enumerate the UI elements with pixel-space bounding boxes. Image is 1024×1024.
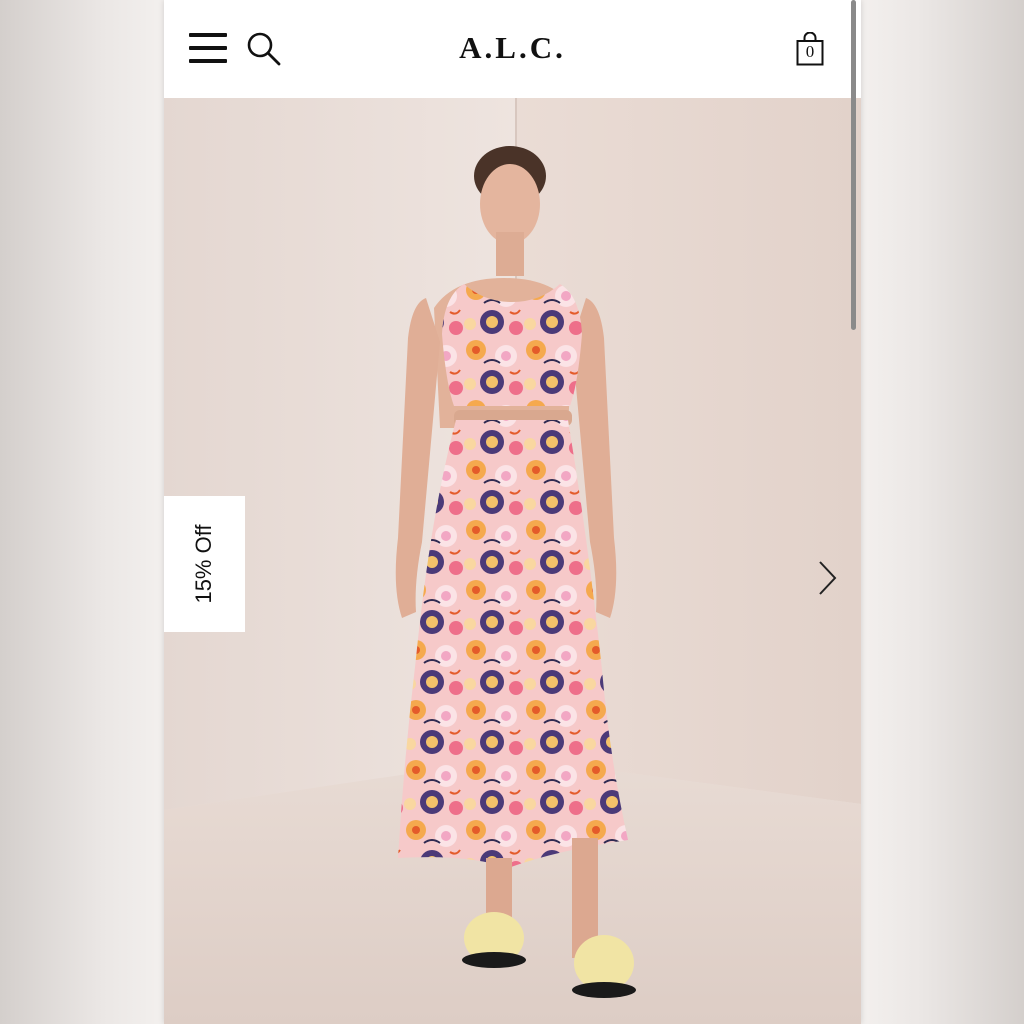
page-scrollbar[interactable] (851, 0, 856, 330)
discount-label: 15% Off (191, 524, 216, 604)
cart-count: 0 (805, 42, 815, 61)
product-image-carousel[interactable]: 15% Off (164, 98, 861, 1024)
site-header: A.L.C. 0 (164, 0, 861, 98)
phone-screen: A.L.C. 0 15% Off (164, 0, 861, 1024)
discount-badge[interactable]: 15% Off (164, 496, 245, 632)
shopping-bag-icon[interactable]: 0 (796, 32, 824, 66)
model-wearing-floral-dress (164, 98, 861, 1024)
brand-logo[interactable]: A.L.C. (164, 30, 861, 66)
chevron-right-icon[interactable] (814, 558, 840, 598)
